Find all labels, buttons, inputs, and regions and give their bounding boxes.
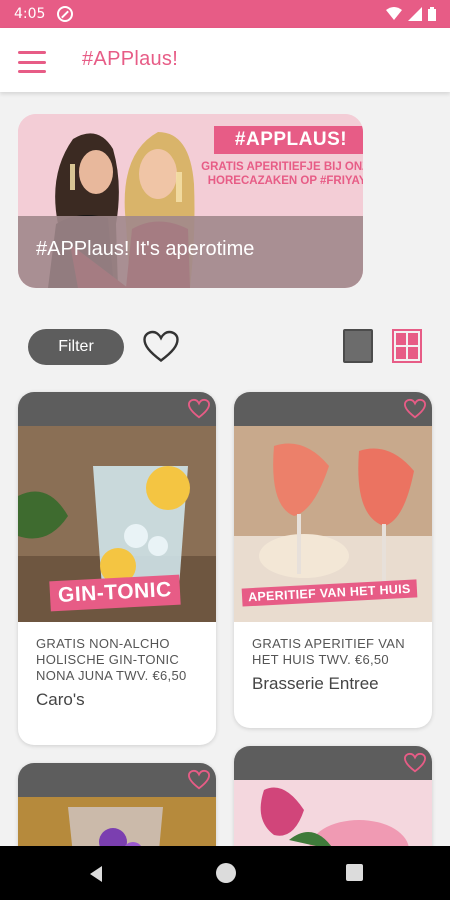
favorites-heart-icon[interactable] <box>143 330 179 364</box>
card-header <box>234 746 432 780</box>
grid-view-icon[interactable] <box>392 329 422 363</box>
card-venue: Brasserie Entree <box>252 674 379 693</box>
card-image: APERITIEF VAN HET HUIS <box>234 426 432 622</box>
favorite-heart-icon[interactable] <box>404 398 426 420</box>
offer-card[interactable]: APERITIEF VAN HET HUIS GRATIS APERITIEF … <box>234 392 432 728</box>
card-venue: Caro's <box>36 690 85 709</box>
favorite-heart-icon[interactable] <box>404 752 426 774</box>
notification-icon <box>57 6 74 22</box>
filter-button[interactable]: Filter <box>28 329 124 365</box>
favorite-heart-icon[interactable] <box>188 398 210 420</box>
single-view-icon[interactable] <box>343 329 373 363</box>
status-bar: 4:05 <box>0 0 450 28</box>
card-header <box>18 763 216 797</box>
banner-subtitle: GRATIS APERITIEFJE BIJ ONZE HORECAZAKEN … <box>201 161 363 187</box>
favorite-heart-icon[interactable] <box>188 769 210 791</box>
status-icons <box>386 7 436 21</box>
recents-icon[interactable] <box>346 864 363 881</box>
status-time: 4:05 <box>14 6 46 22</box>
offer-card[interactable]: GIN-TONIC GRATIS NON-ALCHO HOLISCHE GIN-… <box>18 392 216 745</box>
menu-icon[interactable] <box>18 51 46 73</box>
banner-caption: #APPlaus! It's aperotime <box>36 238 255 260</box>
card-header <box>234 392 432 426</box>
promo-banner[interactable]: #APPLAUS! GRATIS APERITIEFJE BIJ ONZE HO… <box>18 114 363 288</box>
system-nav-bar <box>0 846 450 900</box>
signal-icon <box>408 7 422 21</box>
home-icon[interactable] <box>216 863 236 883</box>
filter-bar: Filter <box>0 326 450 370</box>
card-description: GRATIS NON-ALCHO HOLISCHE GIN-TONIC NONA… <box>36 636 187 683</box>
card-description: GRATIS APERITIEF VAN HET HUIS TWV. €6,50 <box>252 636 405 667</box>
card-header <box>18 392 216 426</box>
back-icon[interactable] <box>86 864 106 884</box>
app-bar: #APPlaus! <box>0 28 450 92</box>
wifi-icon <box>386 7 402 20</box>
app-title: #APPlaus! <box>82 48 179 70</box>
card-image: GIN-TONIC <box>18 426 216 622</box>
battery-icon <box>428 7 436 21</box>
banner-pill: #APPLAUS! <box>214 126 363 154</box>
